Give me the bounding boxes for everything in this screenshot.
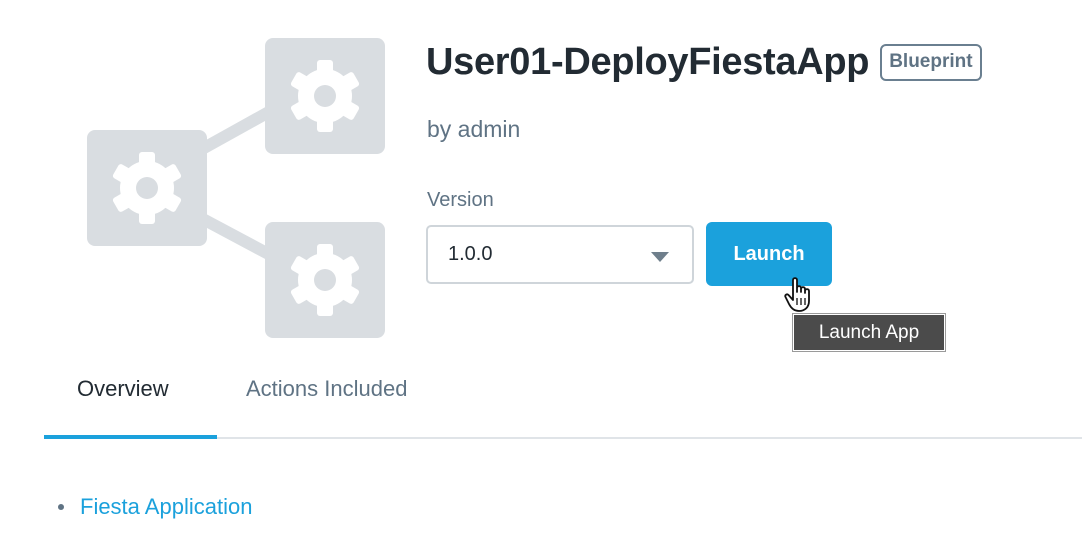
bullet-icon xyxy=(58,504,64,510)
version-label: Version xyxy=(427,189,494,211)
fiesta-application-link[interactable]: Fiesta Application xyxy=(80,494,252,520)
active-tab-indicator xyxy=(44,435,217,439)
blueprint-badge: Blueprint xyxy=(880,43,982,81)
tab-bar: Overview Actions Included xyxy=(44,362,1082,439)
gear-icon xyxy=(290,60,360,132)
tab-actions-included[interactable]: Actions Included xyxy=(246,374,407,404)
gear-tile-left xyxy=(87,130,207,246)
launch-tooltip: Launch App xyxy=(792,313,946,352)
version-value: 1.0.0 xyxy=(448,243,493,265)
gear-tile-top xyxy=(265,38,385,154)
tab-overview[interactable]: Overview xyxy=(77,374,169,404)
title-row: User01-DeployFiestaApp Blueprint xyxy=(426,38,982,86)
chevron-down-icon xyxy=(651,252,669,262)
hand-cursor-icon xyxy=(784,277,810,312)
author-text: by admin xyxy=(427,116,521,142)
list-item: Fiesta Application xyxy=(58,494,252,520)
blueprint-graphic xyxy=(86,38,386,340)
version-select[interactable]: 1.0.0 xyxy=(426,225,694,284)
page-title: User01-DeployFiestaApp xyxy=(426,41,870,83)
gear-tile-bottom xyxy=(265,222,385,338)
gear-icon xyxy=(112,152,182,224)
overview-list: Fiesta Application xyxy=(58,494,252,520)
gear-icon xyxy=(290,244,360,316)
